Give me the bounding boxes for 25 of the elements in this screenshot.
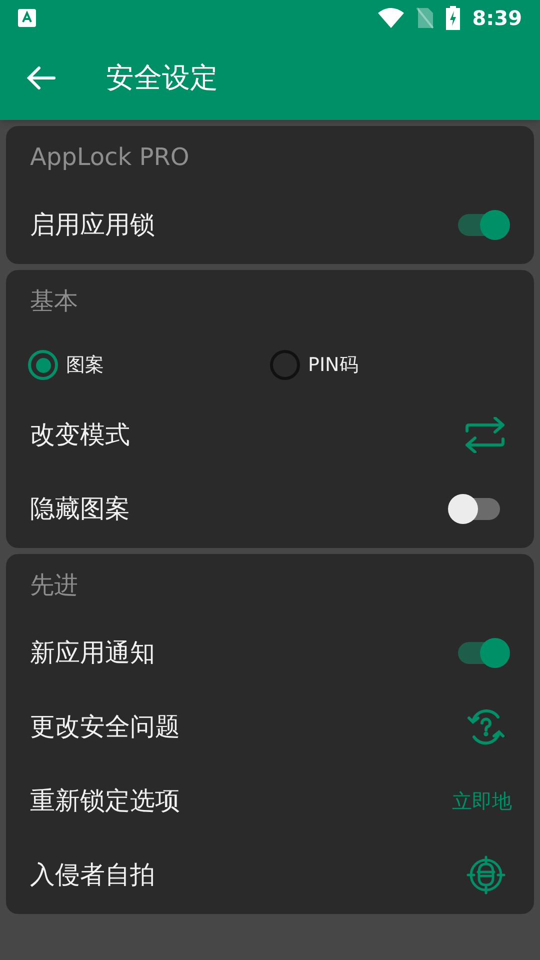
setting-label: 更改安全问题 <box>30 711 180 744</box>
setting-label: 新应用通知 <box>30 637 155 670</box>
screen-title: 安全设定 <box>106 60 218 96</box>
setting-label: 启用应用锁 <box>30 209 155 242</box>
clock-time: 8:39 <box>472 5 522 32</box>
intruder-face-target-icon[interactable] <box>466 855 506 895</box>
no-sim-icon <box>416 7 434 29</box>
setting-label: 改变模式 <box>30 419 130 452</box>
radio-option[interactable]: PIN码 <box>270 350 512 380</box>
setting-label: 隐藏图案 <box>30 493 130 526</box>
back-arrow-icon[interactable] <box>26 65 56 91</box>
wifi-icon <box>378 8 404 28</box>
setting-label: 重新锁定选项 <box>30 785 180 818</box>
app-notification-icon <box>18 9 36 27</box>
radio-option[interactable]: 图案 <box>28 350 270 380</box>
setting-label: 入侵者自拍 <box>30 859 155 892</box>
setting-value[interactable]: 立即地 <box>452 786 512 816</box>
section-header: 基本 <box>30 286 78 317</box>
radio-button[interactable] <box>28 350 58 380</box>
section-header: AppLock PRO <box>30 142 190 173</box>
section-header: 先进 <box>30 570 78 601</box>
swap-arrows-icon[interactable] <box>464 417 506 453</box>
radio-button[interactable] <box>270 350 300 380</box>
battery-charging-icon <box>446 6 460 30</box>
question-refresh-icon[interactable] <box>466 709 506 745</box>
